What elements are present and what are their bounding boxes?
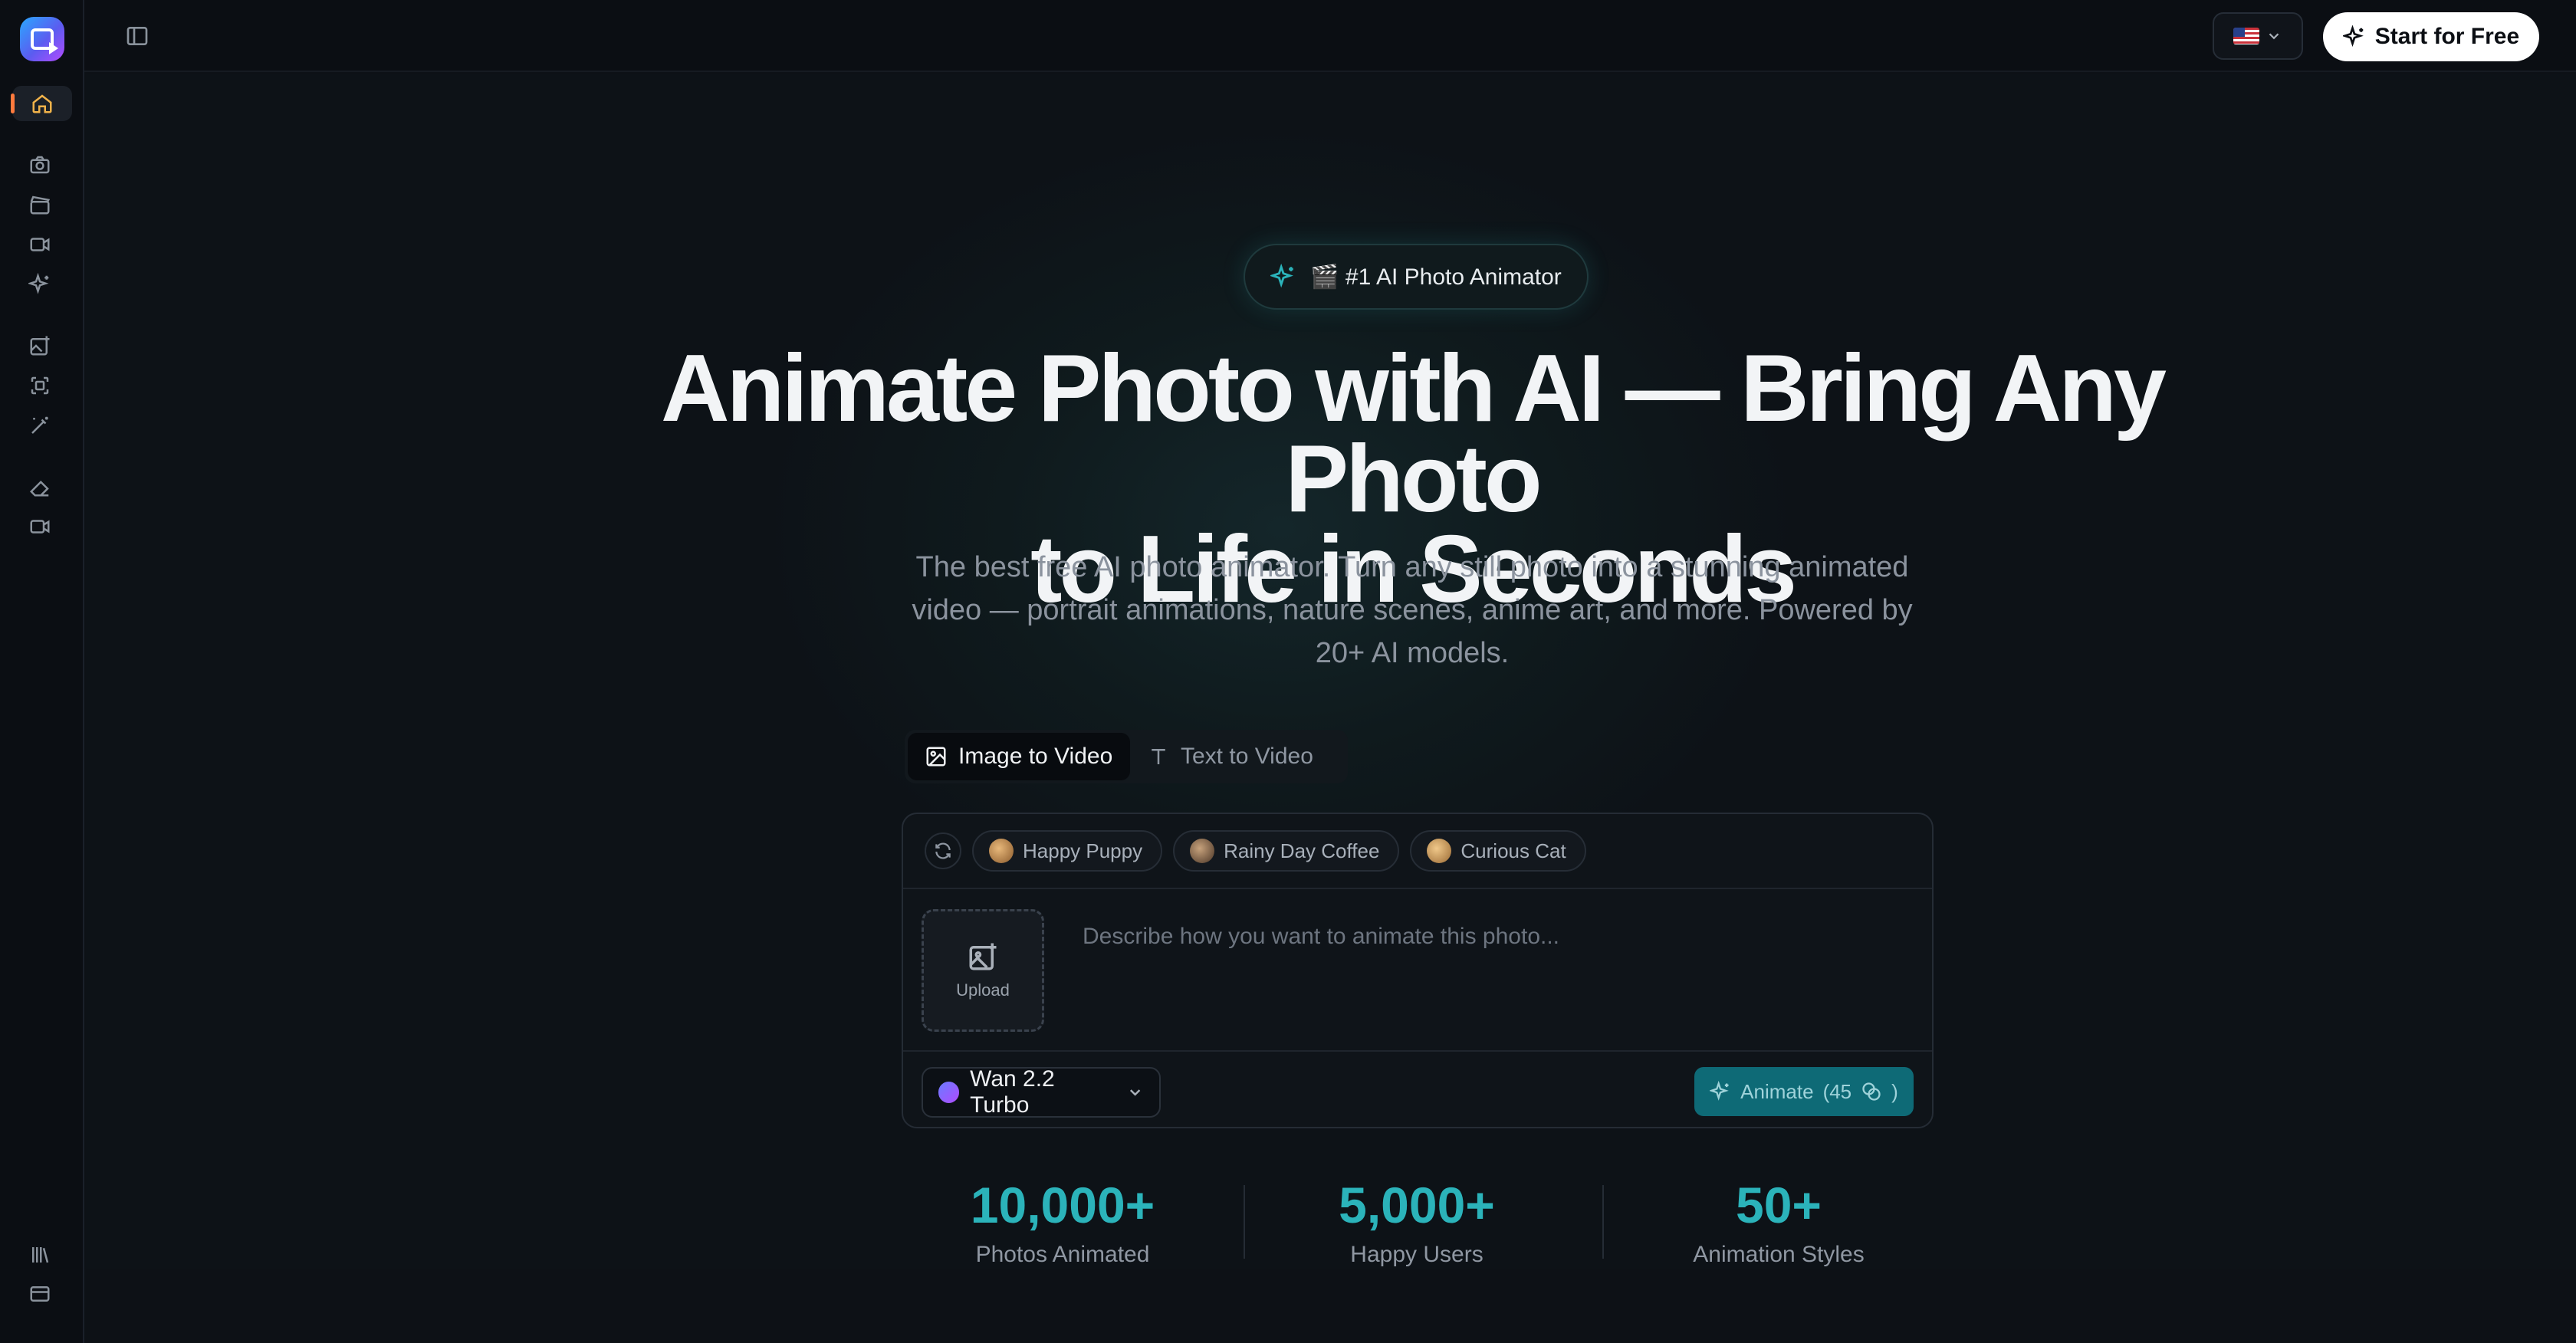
stat-label: Photos Animated — [975, 1242, 1150, 1267]
clapperboard-icon — [30, 195, 51, 215]
stat-divider — [1244, 1185, 1245, 1259]
magic-wand-icon — [31, 416, 48, 434]
sparkles-icon — [1270, 264, 1294, 288]
badge-text: 🎬 #1 AI Photo Animator — [1310, 264, 1562, 290]
upload-button[interactable]: Upload — [922, 909, 1044, 1032]
start-for-free-button[interactable]: Start for Free — [2323, 12, 2539, 61]
image-plus-icon — [30, 336, 50, 356]
sidebar-item-clips[interactable] — [23, 188, 57, 222]
example-chip-rainy-day-coffee[interactable]: Rainy Day Coffee — [1173, 830, 1400, 872]
animate-label: Animate — [1740, 1079, 1814, 1103]
eraser-icon — [29, 480, 49, 497]
refresh-icon — [935, 842, 951, 859]
tab-label: Image to Video — [958, 744, 1113, 769]
animation-prompt-input[interactable] — [1083, 914, 1895, 960]
example-chip-curious-cat[interactable]: Curious Cat — [1410, 830, 1586, 872]
title-line-1: Animate Photo with AI — Bring Any Photo — [661, 336, 2167, 532]
stat-value: 50+ — [1736, 1177, 1822, 1233]
stat-photos-animated: 10,000+ Photos Animated — [902, 1174, 1224, 1268]
model-selector[interactable]: Wan 2.2 Turbo — [922, 1066, 1161, 1118]
coins-icon — [1862, 1082, 1881, 1101]
camera-icon — [30, 156, 50, 174]
top-bar: Start for Free — [84, 0, 2576, 72]
video-icon — [30, 238, 50, 251]
tab-text-to-video[interactable]: Text to Video — [1130, 733, 1330, 780]
chip-thumbnail — [1190, 839, 1215, 863]
chevron-down-icon — [1129, 1089, 1141, 1096]
example-chips-row: Happy Puppy Rainy Day Coffee Curious Cat — [903, 814, 1932, 889]
panel-left-icon — [127, 27, 148, 45]
chip-label: Curious Cat — [1460, 839, 1566, 862]
image-icon — [926, 747, 946, 767]
us-flag-icon — [2233, 28, 2259, 44]
sidebar-item-effects[interactable] — [23, 268, 57, 301]
stat-value: 10,000+ — [970, 1177, 1155, 1233]
home-icon — [32, 94, 52, 113]
stats-row: 10,000+ Photos Animated 5,000+ Happy Use… — [902, 1174, 1934, 1282]
image-plus-icon — [969, 943, 997, 970]
sidebar-toggle-button[interactable] — [123, 21, 152, 51]
tab-label: Text to Video — [1181, 744, 1313, 769]
hero-subtitle: The best free AI photo animator. Turn an… — [912, 551, 1913, 669]
chevron-down-icon — [2269, 33, 2279, 40]
sparkles-icon — [28, 273, 49, 294]
library-icon — [32, 1247, 49, 1263]
sidebar-item-billing[interactable] — [23, 1277, 57, 1311]
sparkles-icon — [2342, 25, 2364, 48]
stat-label: Animation Styles — [1693, 1242, 1865, 1267]
scan-icon — [31, 376, 49, 395]
sidebar-item-eraser[interactable] — [23, 470, 57, 504]
stat-value: 5,000+ — [1339, 1177, 1495, 1233]
sidebar-item-library[interactable] — [23, 1238, 57, 1272]
tab-image-to-video[interactable]: Image to Video — [908, 733, 1130, 780]
credit-cost-close: ) — [1891, 1079, 1898, 1103]
sidebar — [0, 0, 84, 1343]
example-chip-happy-puppy[interactable]: Happy Puppy — [972, 830, 1163, 872]
sidebar-item-magic[interactable] — [23, 409, 57, 442]
sidebar-item-video[interactable] — [23, 228, 57, 261]
sidebar-item-home[interactable] — [11, 86, 72, 121]
app-logo[interactable] — [20, 17, 64, 61]
mode-tabs: Image to Video Text to Video — [905, 730, 1348, 783]
card-footer: Wan 2.2 Turbo Animate (45 ) — [903, 1050, 1932, 1130]
sidebar-item-image-generator[interactable] — [23, 329, 57, 363]
model-label: Wan 2.2 Turbo — [970, 1066, 1055, 1118]
chip-label: Rainy Day Coffee — [1224, 839, 1380, 862]
main-content: 🎬 #1 AI Photo Animator Animate Photo wit… — [86, 74, 2576, 1269]
video-camera-icon — [30, 520, 50, 534]
stat-animation-styles: 50+ Animation Styles — [1618, 1174, 1940, 1268]
start-button-label: Start for Free — [2374, 24, 2520, 49]
sidebar-item-video-tools[interactable] — [23, 510, 57, 543]
text-icon — [1152, 749, 1165, 764]
sidebar-item-photo[interactable] — [23, 148, 57, 182]
stat-divider — [1602, 1185, 1604, 1259]
credit-cost: (45 — [1822, 1079, 1852, 1103]
refresh-examples-button[interactable] — [925, 832, 961, 869]
hero-badge: 🎬 #1 AI Photo Animator — [1244, 244, 1589, 310]
stat-happy-users: 5,000+ Happy Users — [1256, 1174, 1578, 1268]
chip-thumbnail — [989, 839, 1014, 863]
chip-label: Happy Puppy — [1023, 839, 1143, 862]
animate-button[interactable]: Animate (45 ) — [1694, 1067, 1914, 1116]
chip-thumbnail — [1427, 839, 1452, 863]
model-icon — [938, 1082, 960, 1103]
stat-label: Happy Users — [1350, 1242, 1484, 1267]
sidebar-item-scan[interactable] — [23, 369, 57, 402]
animate-card: Happy Puppy Rainy Day Coffee Curious Cat… — [902, 813, 1934, 1128]
language-selector[interactable] — [2213, 12, 2303, 60]
sparkles-icon — [1710, 1081, 1729, 1101]
credit-card-icon — [30, 1286, 50, 1302]
upload-label: Upload — [956, 980, 1010, 1000]
